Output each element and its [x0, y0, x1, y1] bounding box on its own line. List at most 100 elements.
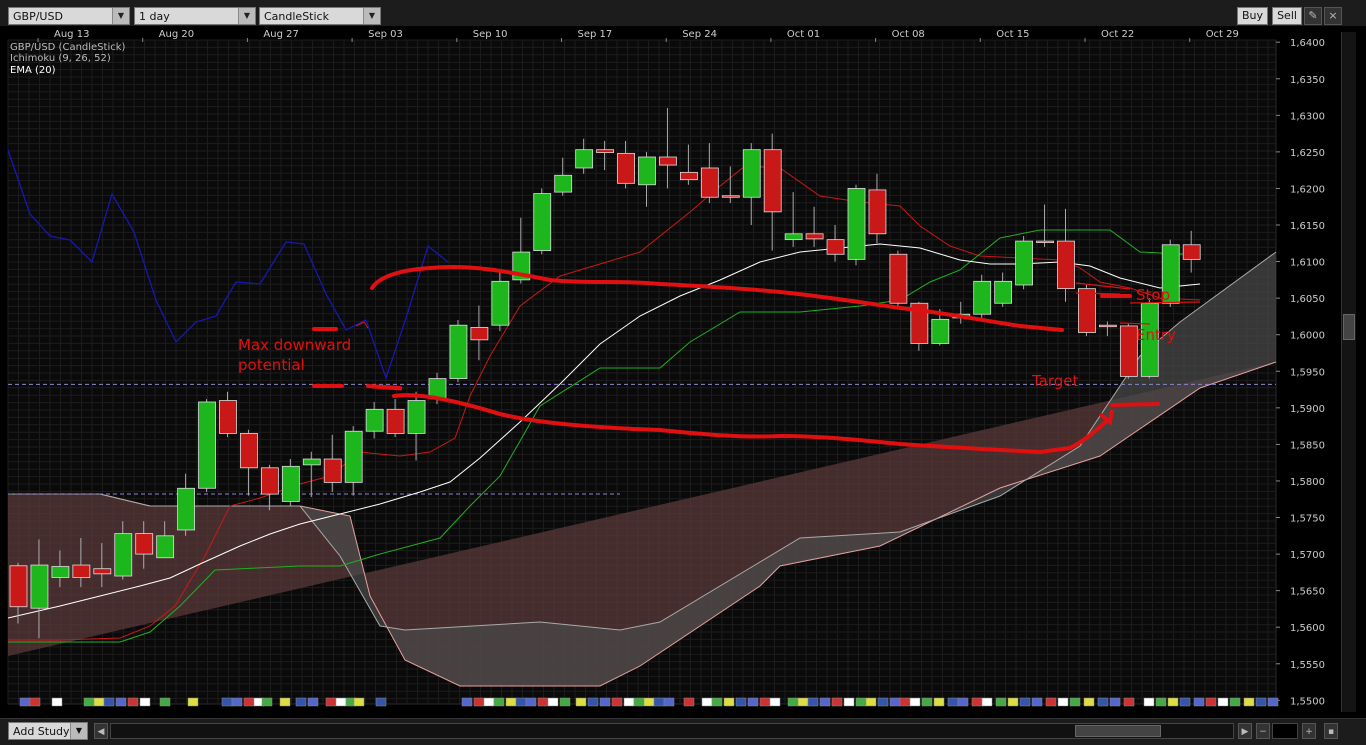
event-flag-icon	[83, 697, 95, 707]
y-tick-label: 1,6400	[1290, 38, 1325, 49]
event-flag-icon	[599, 697, 611, 707]
event-flag-icon	[1193, 697, 1205, 707]
candle	[554, 174, 573, 193]
annotation-entry: Entry	[1136, 326, 1176, 344]
event-flag-icon	[1007, 697, 1019, 707]
event-flag-icon	[575, 697, 587, 707]
buy-button[interactable]: Buy	[1237, 7, 1268, 25]
candle	[135, 533, 154, 555]
y-tick-label: 1,6150	[1290, 221, 1325, 232]
chart-type-label: CandleStick	[264, 10, 329, 23]
horizontal-scroll-thumb[interactable]	[1075, 725, 1161, 737]
x-tick-label: Aug 20	[159, 29, 194, 40]
event-flag-icon	[295, 697, 307, 707]
event-flag-icon	[921, 697, 933, 707]
event-flag-icon	[1123, 697, 1135, 707]
y-tick-label: 1,6100	[1290, 258, 1325, 269]
x-tick-label: Sep 03	[368, 29, 403, 40]
zoom-in-button[interactable]: +	[1302, 723, 1316, 739]
event-flag-icon	[353, 697, 365, 707]
candle	[260, 467, 279, 495]
event-flag-icon	[1019, 697, 1031, 707]
y-tick-label: 1,6200	[1290, 184, 1325, 195]
event-flag-icon	[279, 697, 291, 707]
interval-dropdown[interactable]: 1 day ▼	[134, 7, 256, 25]
event-flag-icon	[483, 697, 495, 707]
candle	[386, 408, 405, 434]
candle	[889, 253, 908, 304]
scroll-left-button[interactable]: ◀	[94, 723, 108, 739]
event-flag-icon	[947, 697, 959, 707]
event-flag-icon	[1217, 697, 1229, 707]
candle	[1078, 288, 1096, 333]
candle	[491, 280, 510, 326]
event-flag-icon	[461, 697, 473, 707]
candle	[198, 401, 216, 489]
event-flag-icon	[1155, 697, 1167, 707]
scroll-right-button[interactable]: ▶	[1238, 723, 1252, 739]
event-flag-icon	[807, 697, 819, 707]
candle	[240, 433, 258, 469]
event-flag-icon	[1143, 697, 1155, 707]
vertical-scroll-thumb[interactable]	[1343, 314, 1355, 340]
event-flag-icon	[139, 697, 151, 707]
event-flag-icon	[865, 697, 877, 707]
candle	[868, 189, 887, 235]
y-tick-label: 1,5900	[1290, 404, 1325, 415]
event-flag-icon	[29, 697, 41, 707]
close-icon[interactable]: ×	[1324, 7, 1342, 25]
x-tick-label: Aug 13	[54, 29, 89, 40]
chevron-down-icon: ▼	[238, 8, 255, 24]
candle	[721, 195, 740, 198]
pencil-icon[interactable]: ✎	[1304, 7, 1322, 25]
event-flag-icon	[587, 697, 599, 707]
event-flag-icon	[855, 697, 867, 707]
candle	[72, 564, 91, 578]
horizontal-scroll-track[interactable]	[110, 723, 1234, 739]
add-study-dropdown[interactable]: Add Study ▼	[8, 722, 88, 740]
event-flag-icon	[759, 697, 771, 707]
vertical-scrollbar[interactable]	[1341, 32, 1356, 712]
x-tick-label: Oct 08	[892, 29, 925, 40]
event-flag-icon	[889, 697, 901, 707]
event-flag-icon	[819, 697, 831, 707]
chevron-down-icon: ▼	[70, 723, 87, 739]
event-flag-icon	[493, 697, 505, 707]
event-flag-icon	[611, 697, 623, 707]
y-tick-label: 1,6300	[1290, 111, 1325, 122]
chart-area[interactable]: Aug 13 Aug 20 Aug 27 Sep 03 Sep 10 Sep 17 Sep …	[0, 26, 1366, 718]
candle	[763, 149, 782, 213]
candle	[994, 280, 1013, 304]
x-tick-label: Oct 29	[1206, 29, 1239, 40]
sell-button[interactable]: Sell	[1272, 7, 1302, 25]
y-tick-label: 1,6350	[1290, 75, 1325, 86]
event-flag-icon	[93, 697, 105, 707]
settings-icon[interactable]: ▪	[1324, 723, 1338, 739]
event-flag-icon	[643, 697, 655, 707]
event-flag-icon	[525, 697, 537, 707]
event-flag-icon	[787, 697, 799, 707]
add-study-label: Add Study	[13, 725, 70, 738]
event-flag-icon	[375, 697, 387, 707]
candle	[407, 400, 426, 434]
candle	[114, 533, 133, 577]
event-flag-icon	[769, 697, 781, 707]
symbol-dropdown[interactable]: GBP/USD ▼	[8, 7, 130, 25]
event-flag-icon	[221, 697, 233, 707]
candle	[449, 324, 468, 379]
event-flag-icon	[633, 697, 645, 707]
y-tick-label: 1,5550	[1290, 660, 1325, 671]
event-flag-icon	[797, 697, 809, 707]
candle	[805, 233, 824, 240]
event-flag-icon	[515, 697, 527, 707]
chart-type-dropdown[interactable]: CandleStick ▼	[259, 7, 381, 25]
event-flag-icon	[1167, 697, 1179, 707]
candle	[365, 408, 384, 432]
candle	[575, 149, 594, 169]
candle	[156, 535, 175, 559]
x-tick-label: Sep 24	[682, 29, 717, 40]
candle	[973, 280, 992, 315]
y-tick-label: 1,6000	[1290, 331, 1325, 342]
zoom-out-button[interactable]: −	[1256, 723, 1270, 739]
event-flag-icon	[1069, 697, 1081, 707]
